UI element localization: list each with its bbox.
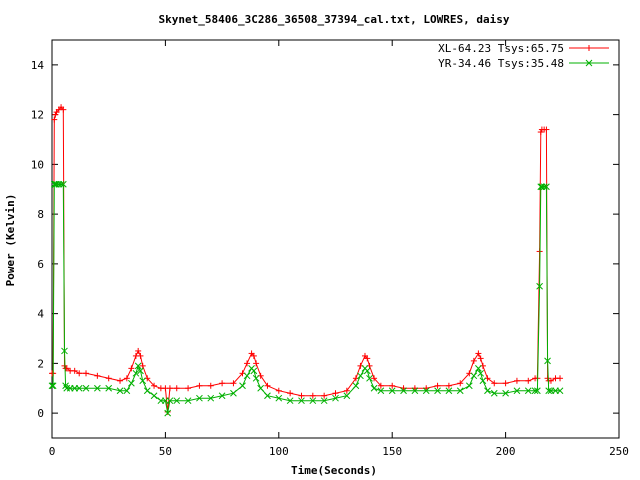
y-tick-label: 4 <box>37 308 44 321</box>
data-point-yr <box>143 387 151 395</box>
data-point-yr <box>150 392 158 400</box>
data-point-yr <box>250 367 258 375</box>
data-point-xl <box>298 392 305 399</box>
x-tick-label: 150 <box>382 445 402 458</box>
y-tick-label: 14 <box>31 59 45 72</box>
legend-label-xl: XL-64.23 Tsys:65.75 <box>438 42 564 55</box>
data-point-yr <box>243 372 251 380</box>
x-tick-label: 50 <box>159 445 172 458</box>
y-tick-label: 6 <box>37 258 44 271</box>
data-point-xl <box>470 357 477 364</box>
x-tick-label: 100 <box>269 445 289 458</box>
x-tick-label: 250 <box>609 445 629 458</box>
data-point-xl <box>83 370 90 377</box>
legend-marker <box>586 45 592 51</box>
data-point-xl <box>105 375 112 382</box>
chart-title: Skynet_58406_3C286_36508_37394_cal.txt, … <box>159 13 510 26</box>
data-point-yr <box>465 382 473 390</box>
x-tick-label: 0 <box>49 445 56 458</box>
data-point-xl <box>275 387 282 394</box>
data-point-yr <box>252 374 260 382</box>
data-point-xl <box>166 385 173 392</box>
legend-label-yr: YR-34.46 Tsys:35.48 <box>438 57 564 70</box>
data-point-xl <box>117 377 124 384</box>
data-point-xl <box>173 385 180 392</box>
data-point-yr <box>257 384 265 392</box>
data-point-xl <box>557 375 564 382</box>
data-point-xl <box>321 392 328 399</box>
data-point-xl <box>207 382 214 389</box>
data-point-yr <box>363 367 371 375</box>
data-point-yr <box>239 382 246 390</box>
data-point-xl <box>196 382 203 389</box>
y-tick-label: 10 <box>31 158 44 171</box>
data-point-yr <box>479 377 487 385</box>
data-point-xl <box>445 382 452 389</box>
data-point-xl <box>185 385 192 392</box>
x-tick-label: 200 <box>496 445 516 458</box>
data-point-xl <box>434 382 441 389</box>
data-point-xl <box>332 390 339 397</box>
data-point-yr <box>484 387 491 395</box>
data-point-yr <box>128 379 135 387</box>
data-point-xl <box>502 380 509 387</box>
data-point-yr <box>357 372 364 380</box>
data-point-xl <box>525 377 532 384</box>
y-tick-label: 2 <box>37 357 44 370</box>
data-point-xl <box>94 372 101 379</box>
data-point-yr <box>370 384 378 392</box>
x-axis: 0 50 100 150 200 250 <box>49 40 629 458</box>
data-point-xl <box>389 382 396 389</box>
x-axis-label: Time(Seconds) <box>291 464 377 477</box>
y-tick-label: 12 <box>31 109 44 122</box>
data-point-xl <box>287 390 294 397</box>
y-tick-label: 8 <box>37 208 44 221</box>
y-axis: 0 2 4 6 8 10 12 14 <box>31 59 619 420</box>
data-point-xl <box>264 382 271 389</box>
data-point-yr <box>470 372 478 380</box>
legend: XL-64.23 Tsys:65.75 YR-34.46 Tsys:35.48 <box>438 42 609 70</box>
series-layer <box>48 104 564 417</box>
y-tick-label: 0 <box>37 407 44 420</box>
data-point-yr <box>352 382 360 390</box>
data-point-xl <box>309 392 316 399</box>
y-axis-label: Power (Kelvin) <box>4 194 17 287</box>
chart-svg: Skynet_58406_3C286_36508_37394_cal.txt, … <box>4 13 629 477</box>
data-point-xl <box>513 377 520 384</box>
data-point-xl <box>219 380 226 387</box>
